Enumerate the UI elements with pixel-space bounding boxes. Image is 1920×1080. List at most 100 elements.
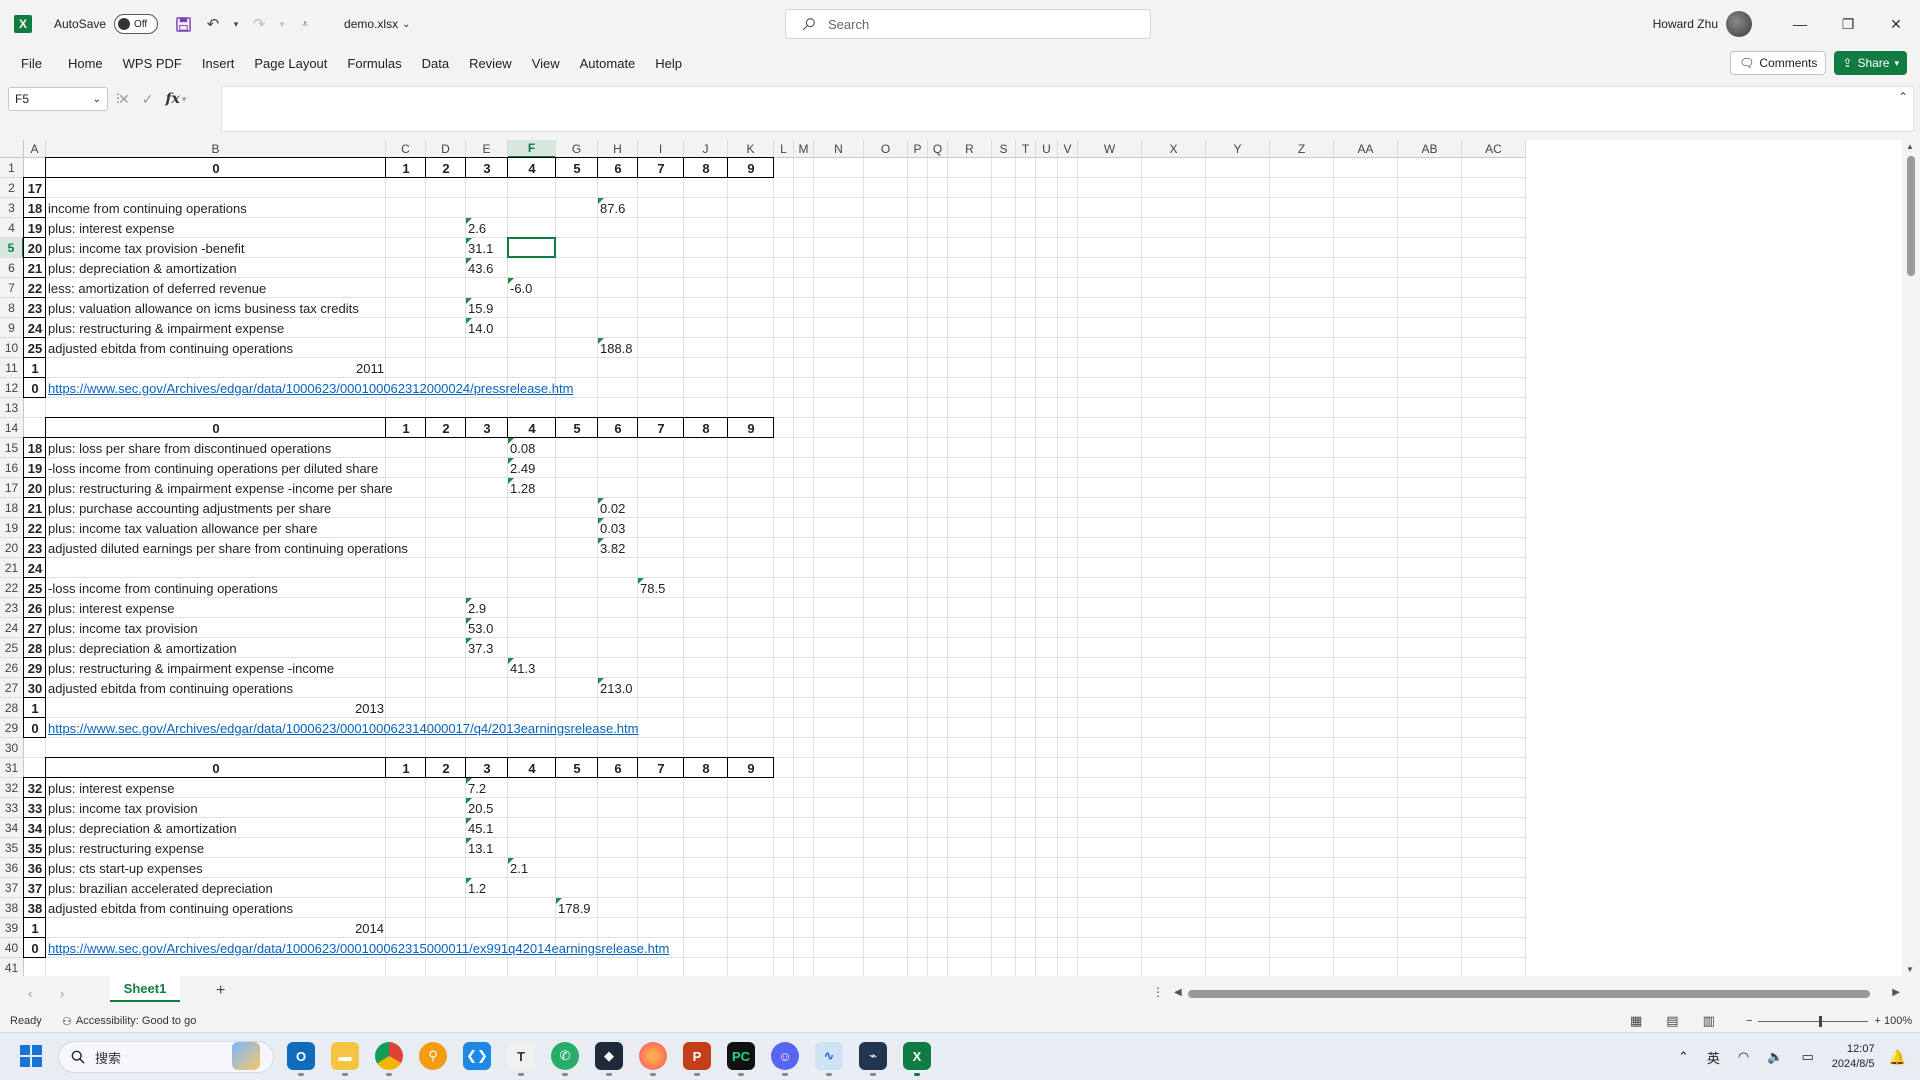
- row-header-18[interactable]: 18: [0, 498, 24, 518]
- hyperlink-cell[interactable]: https://www.sec.gov/Archives/edgar/data/…: [46, 718, 638, 738]
- name-box[interactable]: F5 ⌄: [8, 87, 108, 111]
- cell-a4[interactable]: 19: [24, 218, 46, 238]
- cell-e34[interactable]: 45.1: [466, 818, 508, 838]
- cell-h14[interactable]: 6: [598, 418, 638, 438]
- cell-b27[interactable]: adjusted ebitda from continuing operatio…: [46, 678, 386, 698]
- cell-c14[interactable]: 1: [386, 418, 426, 438]
- column-header-ac[interactable]: AC: [1462, 140, 1526, 158]
- cell-a40[interactable]: 0: [24, 938, 46, 958]
- save-icon[interactable]: [172, 13, 194, 35]
- error-indicator-icon[interactable]: [466, 838, 472, 844]
- cell-b20[interactable]: adjusted diluted earnings per share from…: [46, 538, 408, 558]
- scroll-right-icon[interactable]: ▶: [1892, 987, 1900, 998]
- cell-b5[interactable]: plus: income tax provision -benefit: [46, 238, 386, 258]
- cell-c31[interactable]: 1: [386, 758, 426, 778]
- firefox-icon[interactable]: [639, 1042, 667, 1076]
- discord-icon[interactable]: ☺: [771, 1042, 799, 1076]
- menu-automate[interactable]: Automate: [570, 48, 646, 78]
- cell-b4[interactable]: plus: interest expense: [46, 218, 386, 238]
- row-header-11[interactable]: 11: [0, 358, 24, 378]
- cell-b22[interactable]: -loss income from continuing operations: [46, 578, 386, 598]
- cell-b14[interactable]: 0: [46, 418, 386, 438]
- wechat-icon[interactable]: ✆: [551, 1042, 579, 1076]
- column-header-l[interactable]: L: [774, 140, 794, 158]
- column-header-u[interactable]: U: [1036, 140, 1058, 158]
- cell-a33[interactable]: 33: [24, 798, 46, 818]
- error-indicator-icon[interactable]: [466, 818, 472, 824]
- column-header-ab[interactable]: AB: [1398, 140, 1462, 158]
- scroll-left-icon[interactable]: ◀: [1174, 987, 1182, 998]
- menu-wps-pdf[interactable]: WPS PDF: [113, 48, 192, 78]
- cell-h18[interactable]: 0.02: [598, 498, 638, 518]
- cell-b34[interactable]: plus: depreciation & amortization: [46, 818, 386, 838]
- cell-e32[interactable]: 7.2: [466, 778, 508, 798]
- cell-i22[interactable]: 78.5: [638, 578, 684, 598]
- column-header-y[interactable]: Y: [1206, 140, 1270, 158]
- cell-h27[interactable]: 213.0: [598, 678, 638, 698]
- terminal-icon[interactable]: ⌁: [859, 1042, 887, 1076]
- cell-b10[interactable]: adjusted ebitda from continuing operatio…: [46, 338, 386, 358]
- excel-taskbar-icon[interactable]: X: [903, 1042, 931, 1076]
- cell-e23[interactable]: 2.9: [466, 598, 508, 618]
- cell-e6[interactable]: 43.6: [466, 258, 508, 278]
- file-explorer-icon[interactable]: ▬: [331, 1042, 359, 1076]
- menu-home[interactable]: Home: [58, 48, 113, 78]
- redo-dropdown-chevron-icon[interactable]: ▾: [278, 13, 286, 35]
- cell-a36[interactable]: 36: [24, 858, 46, 878]
- row-header-22[interactable]: 22: [0, 578, 24, 598]
- cell-b32[interactable]: plus: interest expense: [46, 778, 386, 798]
- scroll-down-icon[interactable]: ▼: [1906, 965, 1914, 974]
- row-header-9[interactable]: 9: [0, 318, 24, 338]
- row-header-20[interactable]: 20: [0, 538, 24, 558]
- search-input[interactable]: Search: [785, 9, 1151, 39]
- cell-e1[interactable]: 3: [466, 158, 508, 178]
- menu-file[interactable]: File: [0, 48, 58, 78]
- menu-data[interactable]: Data: [412, 48, 459, 78]
- row-header-2[interactable]: 2: [0, 178, 24, 198]
- widget-icon[interactable]: [232, 1042, 260, 1070]
- enter-check-icon[interactable]: ✓: [142, 91, 154, 108]
- column-header-t[interactable]: T: [1016, 140, 1036, 158]
- page-layout-view-icon[interactable]: ▤: [1666, 1013, 1678, 1029]
- error-indicator-icon[interactable]: [466, 218, 472, 224]
- error-indicator-icon[interactable]: [598, 518, 604, 524]
- cell-a2[interactable]: 17: [24, 178, 46, 198]
- cell-e24[interactable]: 53.0: [466, 618, 508, 638]
- cell-b9[interactable]: plus: restructuring & impairment expense: [46, 318, 386, 338]
- more-options-icon[interactable]: ⋮: [1152, 985, 1164, 999]
- cell-g14[interactable]: 5: [556, 418, 598, 438]
- cell-a24[interactable]: 27: [24, 618, 46, 638]
- cell-f26[interactable]: 41.3: [508, 658, 556, 678]
- row-header-17[interactable]: 17: [0, 478, 24, 498]
- row-header-25[interactable]: 25: [0, 638, 24, 658]
- row-header-8[interactable]: 8: [0, 298, 24, 318]
- next-sheet-icon[interactable]: ›: [60, 986, 64, 1001]
- column-header-k[interactable]: K: [728, 140, 774, 158]
- cell-d1[interactable]: 2: [426, 158, 466, 178]
- chevron-down-icon[interactable]: ▾: [182, 94, 187, 105]
- row-header-26[interactable]: 26: [0, 658, 24, 678]
- cell-c1[interactable]: 1: [386, 158, 426, 178]
- cell-e8[interactable]: 15.9: [466, 298, 508, 318]
- comments-button[interactable]: 🗨 Comments: [1730, 51, 1827, 75]
- cell-a28[interactable]: 1: [24, 698, 46, 718]
- cell-a18[interactable]: 21: [24, 498, 46, 518]
- cell-a3[interactable]: 18: [24, 198, 46, 218]
- cell-k14[interactable]: 9: [728, 418, 774, 438]
- column-header-p[interactable]: P: [908, 140, 928, 158]
- redo-icon[interactable]: ↷: [248, 13, 270, 35]
- cell-h20[interactable]: 3.82: [598, 538, 638, 558]
- cell-b19[interactable]: plus: income tax valuation allowance per…: [46, 518, 386, 538]
- cell-a15[interactable]: 18: [24, 438, 46, 458]
- row-header-40[interactable]: 40: [0, 938, 24, 958]
- error-indicator-icon[interactable]: [466, 238, 472, 244]
- cell-b31[interactable]: 0: [46, 758, 386, 778]
- cell-i31[interactable]: 7: [638, 758, 684, 778]
- cell-h19[interactable]: 0.03: [598, 518, 638, 538]
- horizontal-scrollbar[interactable]: ◀ ▶: [1172, 987, 1902, 1000]
- cell-f1[interactable]: 4: [508, 158, 556, 178]
- error-indicator-icon[interactable]: [508, 858, 514, 864]
- row-header-35[interactable]: 35: [0, 838, 24, 858]
- error-indicator-icon[interactable]: [638, 578, 644, 584]
- error-indicator-icon[interactable]: [466, 618, 472, 624]
